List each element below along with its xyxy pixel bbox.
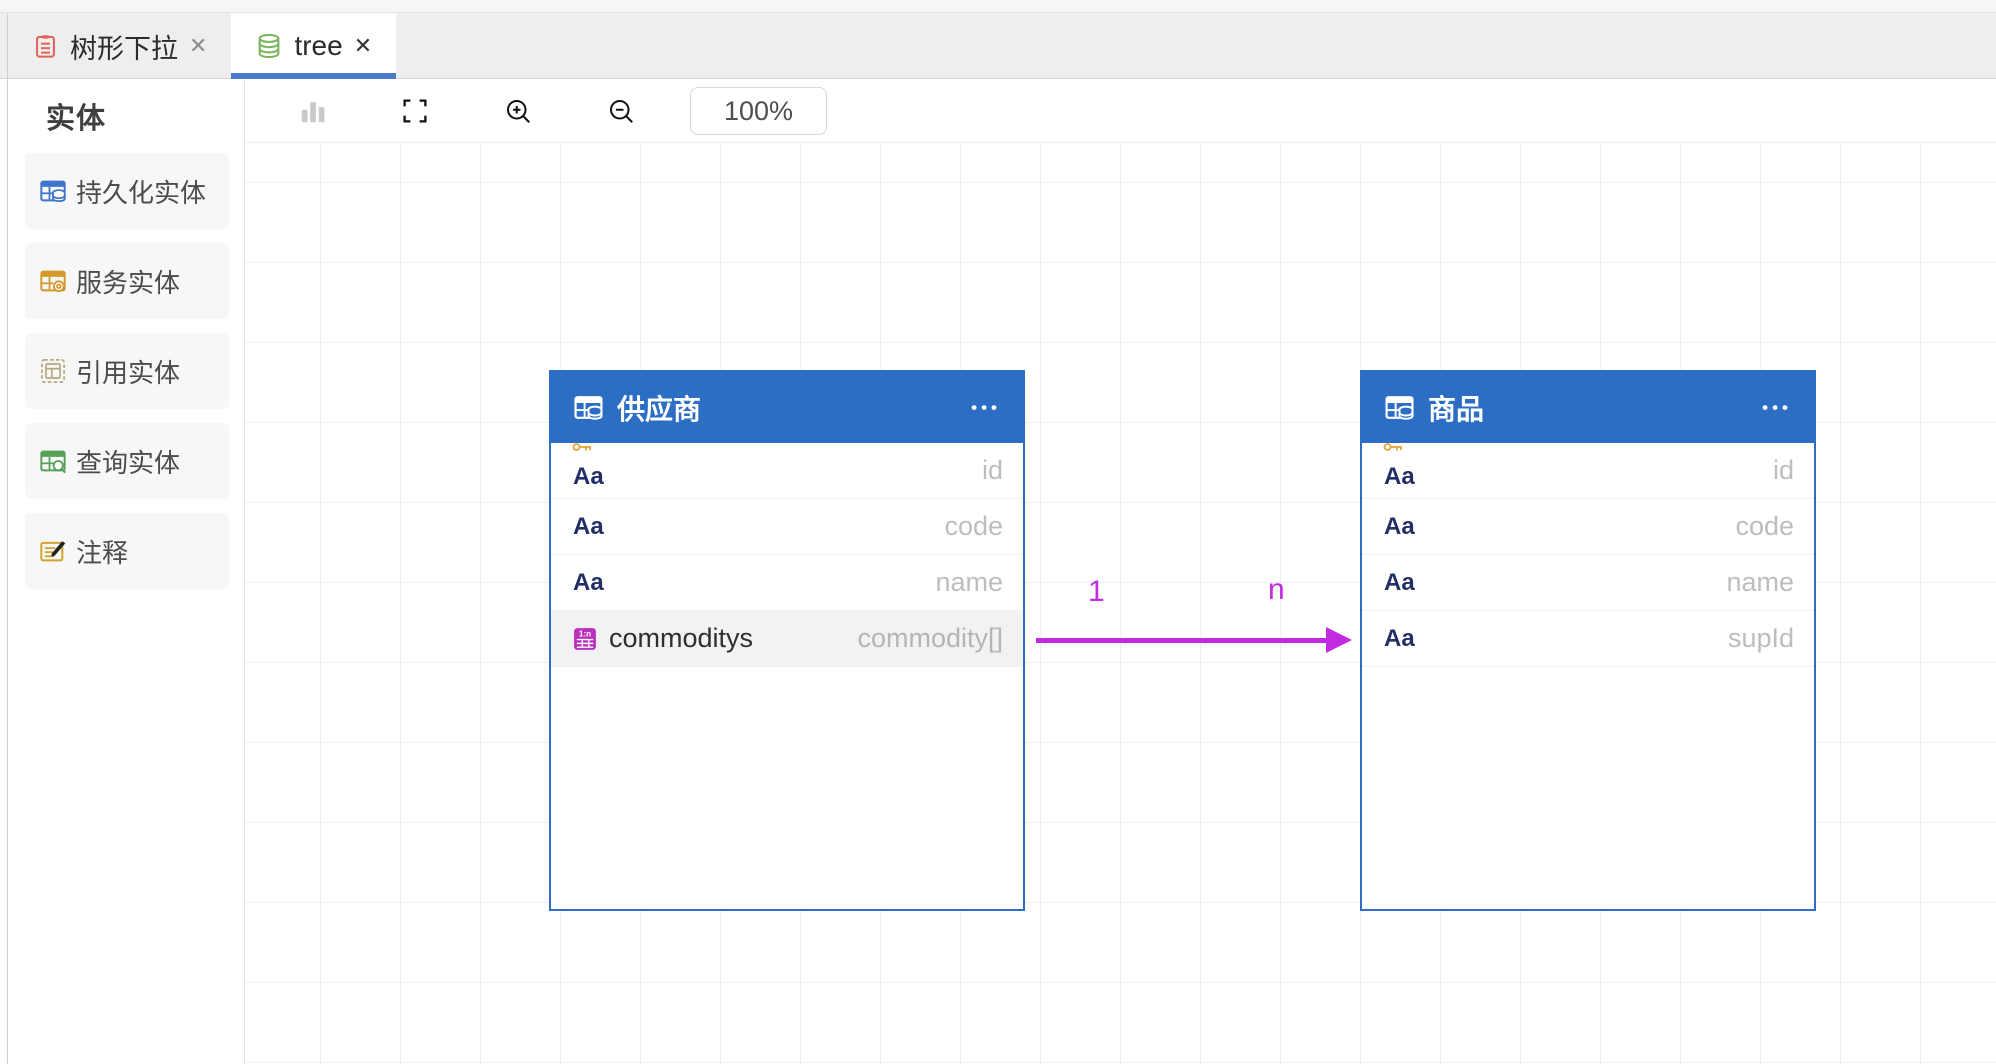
form-icon — [32, 33, 59, 60]
field-type-text-icon: Aa — [573, 465, 604, 489]
field-name: supId — [1728, 623, 1794, 654]
palette-item-label: 注释 — [76, 533, 128, 570]
field-name: code — [1735, 511, 1794, 542]
field-row-supId[interactable]: Aa supId — [1362, 611, 1814, 667]
comment-icon — [39, 537, 67, 565]
bar-chart-icon[interactable] — [297, 95, 329, 127]
tab-bar: 树形下拉 ✕ tree ✕ — [0, 0, 1996, 79]
field-name: code — [944, 511, 1003, 542]
field-row-id[interactable]: Aa id — [551, 443, 1023, 499]
entity-palette-sidebar: 实体 持久化实体 — [8, 79, 245, 1064]
field-type-text-icon: Aa — [573, 571, 604, 595]
field-type-text-icon: Aa — [573, 515, 604, 539]
field-name: name — [935, 567, 1003, 598]
primary-key-icon — [572, 441, 594, 453]
more-menu-icon[interactable]: ••• — [971, 398, 1001, 418]
field-name: commodity[] — [857, 623, 1003, 654]
palette-item-label: 服务实体 — [76, 263, 180, 300]
palette-item-persistent-entity[interactable]: 持久化实体 — [25, 153, 229, 229]
fit-screen-icon[interactable] — [399, 95, 431, 127]
entity-header: 供应商 ••• — [551, 372, 1023, 443]
zoom-in-icon[interactable] — [502, 95, 534, 127]
query-entity-icon — [39, 447, 67, 475]
relation-source-cardinality: 1 — [1088, 575, 1105, 609]
close-icon[interactable]: ✕ — [189, 35, 207, 57]
field-row-code[interactable]: Aa code — [1362, 499, 1814, 555]
field-type-text-icon: Aa — [1384, 627, 1415, 651]
canvas-toolbar: 100% — [245, 79, 1996, 143]
field-name: name — [1726, 567, 1794, 598]
persistent-entity-icon — [39, 177, 67, 205]
tab-tree-dropdown[interactable]: 树形下拉 ✕ — [8, 13, 231, 79]
palette-item-label: 持久化实体 — [76, 173, 206, 210]
window-top-strip — [0, 0, 1996, 13]
sidebar-title: 实体 — [46, 95, 106, 137]
app-window: 树形下拉 ✕ tree ✕ 实体 — [0, 0, 1996, 1064]
entity-title: 供应商 — [617, 388, 958, 428]
zoom-level-select[interactable]: 100% — [690, 87, 827, 135]
palette-item-label: 引用实体 — [76, 353, 180, 390]
service-entity-icon — [39, 267, 67, 295]
field-name: id — [982, 455, 1003, 486]
tab-label: tree — [294, 30, 342, 62]
relation-arrow[interactable] — [1036, 638, 1328, 643]
palette-item-comment[interactable]: 注释 — [25, 513, 229, 589]
field-row-name[interactable]: Aa name — [551, 555, 1023, 611]
relation-target-cardinality: n — [1268, 573, 1285, 607]
more-menu-icon[interactable]: ••• — [1762, 398, 1792, 418]
primary-key-icon — [1383, 441, 1405, 453]
entity-table-icon — [1384, 392, 1415, 423]
relation-field-label: commoditys — [609, 623, 753, 654]
palette-item-query-entity[interactable]: 查询实体 — [25, 423, 229, 499]
field-type-text-icon: Aa — [1384, 571, 1415, 595]
entity-card-supplier[interactable]: 供应商 ••• Aa id Aa code Aa name — [549, 370, 1025, 911]
entity-title: 商品 — [1428, 388, 1749, 428]
field-row-name[interactable]: Aa name — [1362, 555, 1814, 611]
relation-arrowhead-icon — [1326, 627, 1352, 653]
tab-tree[interactable]: tree ✕ — [231, 13, 396, 79]
entity-card-commodity[interactable]: 商品 ••• Aa id Aa code Aa name A — [1360, 370, 1816, 911]
palette-item-service-entity[interactable]: 服务实体 — [25, 243, 229, 319]
entity-table-icon — [573, 392, 604, 423]
reference-entity-icon — [39, 357, 67, 385]
close-icon[interactable]: ✕ — [354, 35, 372, 57]
one-to-many-relation-icon: 1:n — [573, 627, 597, 651]
field-row-commoditys[interactable]: 1:n commoditys commodity[] — [551, 611, 1023, 667]
field-row-id[interactable]: Aa id — [1362, 443, 1814, 499]
field-type-text-icon: Aa — [1384, 465, 1415, 489]
tab-label: 树形下拉 — [70, 27, 178, 66]
entity-header: 商品 ••• — [1362, 372, 1814, 443]
palette-item-reference-entity[interactable]: 引用实体 — [25, 333, 229, 409]
field-type-text-icon: Aa — [1384, 515, 1415, 539]
field-row-code[interactable]: Aa code — [551, 499, 1023, 555]
database-icon — [255, 32, 283, 60]
zoom-out-icon[interactable] — [605, 95, 637, 127]
svg-text:1:n: 1:n — [579, 629, 591, 638]
field-name: id — [1773, 455, 1794, 486]
palette-item-label: 查询实体 — [76, 443, 180, 480]
